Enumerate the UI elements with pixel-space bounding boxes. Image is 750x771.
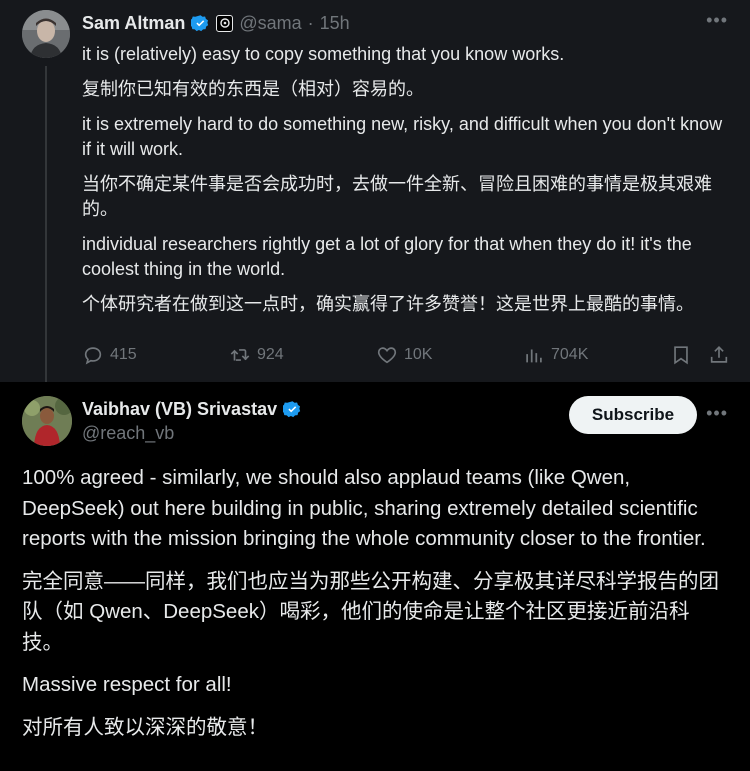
bookmark-icon [674,346,688,365]
subscribe-button[interactable]: Subscribe [569,396,697,434]
tweet-text: 100% agreed - similarly, we should also … [22,463,730,755]
reply-icon [84,347,102,365]
share-icon [710,346,728,363]
more-options-icon[interactable]: ••• [706,10,728,31]
views-chart-icon [526,349,542,363]
author-name[interactable]: Vaibhav (VB) Srivastav [82,399,277,420]
author-handle[interactable]: @reach_vb [82,423,174,444]
tweet-paragraph: 对所有人致以深深的敬意！ [22,715,268,739]
avatar[interactable] [22,396,72,446]
repost-button[interactable]: 924 [229,342,284,368]
tweet-paragraph: 个体研究者在做到这一点时，确实赢得了许多赞誉！这是世界上最酷的事情。 [82,294,694,314]
tweet-text: it is (relatively) easy to copy somethin… [82,42,732,327]
bookmark-button[interactable] [670,342,692,368]
view-count: 704K [551,346,589,363]
parent-tweet[interactable]: Sam Altman @sama · 15h ••• it is (relati… [0,0,750,382]
tweet-actions: 415 924 10K 704K [82,342,732,368]
like-button[interactable]: 10K [376,342,432,368]
timestamp[interactable]: 15h [320,13,350,34]
author-handle[interactable]: @sama [239,13,301,34]
tweet-header: Sam Altman @sama · 15h [82,10,350,36]
tweet-paragraph: it is extremely hard to do something new… [82,114,723,159]
tweet-paragraph: individual researchers rightly get a lot… [82,234,692,279]
tweet-paragraph: 当你不确定某件事是否会成功时，去做一件全新、冒险且困难的事情是极其艰难的。 [82,174,712,219]
tweet-paragraph: 完全同意——同样，我们也应当为那些公开构建、分享极其详尽科学报告的团队（如 Qw… [22,569,719,654]
verified-badge-icon [283,400,301,417]
views-button[interactable]: 704K [523,342,588,368]
verified-badge-icon [191,14,209,31]
tweet-author-row: Vaibhav (VB) Srivastav [82,397,302,421]
share-button[interactable] [708,342,730,368]
more-options-icon[interactable]: ••• [706,403,728,424]
reply-count: 415 [110,346,137,363]
tweet-paragraph: Massive respect for all! [22,673,232,696]
author-name[interactable]: Sam Altman [82,13,185,34]
tweet-paragraph: 复制你已知有效的东西是（相对）容易的。 [82,79,424,99]
reply-button[interactable]: 415 [82,342,137,368]
separator-dot: · [307,12,314,33]
repost-count: 924 [257,346,284,363]
repost-icon [230,349,250,361]
avatar[interactable] [22,10,70,58]
tweet-paragraph: 100% agreed - similarly, we should also … [22,466,706,550]
heart-icon [377,347,397,364]
thread-connector-line [45,66,47,382]
openai-affiliate-icon[interactable] [216,14,234,32]
tweet-paragraph: it is (relatively) easy to copy somethin… [82,44,565,64]
like-count: 10K [404,346,433,363]
